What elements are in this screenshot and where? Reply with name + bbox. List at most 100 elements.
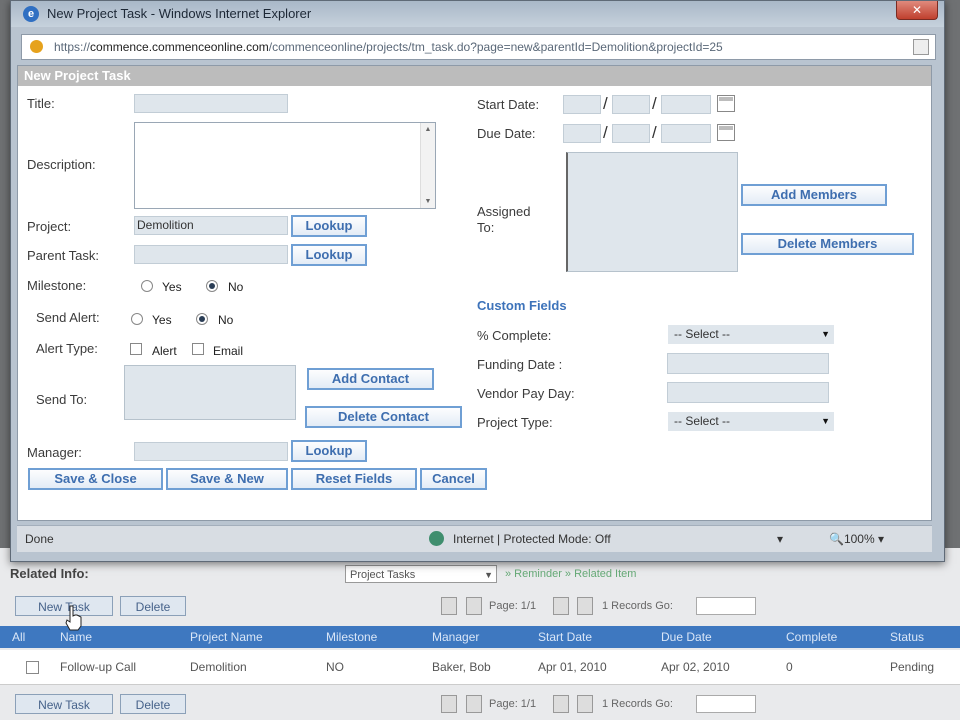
alert-type-alert-checkbox[interactable] <box>130 343 142 355</box>
related-info-select[interactable]: Project Tasks ▼ <box>345 565 497 583</box>
next-page-button[interactable] <box>553 597 569 615</box>
url-text[interactable]: https://commence.commenceonline.com/comm… <box>54 40 723 54</box>
due-date-day-input[interactable] <box>612 124 650 143</box>
start-date-day-input[interactable] <box>612 95 650 114</box>
save-new-button[interactable]: Save & New <box>166 468 288 490</box>
percent-complete-label: % Complete: <box>477 328 552 343</box>
date-separator: / <box>652 123 657 142</box>
due-date-label: Due Date: <box>477 126 536 141</box>
description-textarea[interactable]: ▲ ▼ <box>134 122 436 209</box>
add-members-button[interactable]: Add Members <box>741 184 887 206</box>
funding-date-label: Funding Date : <box>477 357 563 372</box>
status-bar: Done Internet | Protected Mode: Off ▾ 🔍1… <box>17 525 932 552</box>
cell-milestone: NO <box>326 660 344 674</box>
address-bar[interactable]: https://commence.commenceonline.com/comm… <box>21 34 936 60</box>
assigned-to-listbox[interactable] <box>566 152 738 272</box>
due-date-calendar-icon[interactable] <box>717 124 735 141</box>
assigned-to-label-line1: Assigned <box>477 204 531 219</box>
column-complete[interactable]: Complete <box>786 630 837 644</box>
parent-task-lookup-button[interactable]: Lookup <box>291 244 367 266</box>
send-alert-no-radio[interactable] <box>196 313 208 325</box>
delete-contact-button[interactable]: Delete Contact <box>305 406 462 428</box>
status-dropdown-icon[interactable]: ▾ <box>777 532 783 546</box>
cell-name[interactable]: Follow-up Call <box>60 660 136 674</box>
dialog-title: New Project Task <box>18 66 931 86</box>
first-page-button[interactable] <box>441 597 457 615</box>
column-due-date[interactable]: Due Date <box>661 630 712 644</box>
prev-page-button-bottom[interactable] <box>466 695 482 713</box>
column-status[interactable]: Status <box>890 630 924 644</box>
delete-button[interactable]: Delete <box>120 596 186 616</box>
vendor-pay-day-input[interactable] <box>667 382 829 403</box>
table-row[interactable]: Follow-up Call Demolition NO Baker, Bob … <box>0 650 960 685</box>
cell-project-name: Demolition <box>190 660 247 674</box>
window-close-button[interactable]: ✕ <box>896 1 938 20</box>
last-page-button-bottom[interactable] <box>577 695 593 713</box>
due-date-month-input[interactable] <box>563 124 601 143</box>
milestone-yes-label: Yes <box>162 280 182 294</box>
column-start-date[interactable]: Start Date <box>538 630 592 644</box>
delete-button-bottom[interactable]: Delete <box>120 694 186 714</box>
send-alert-yes-label: Yes <box>152 313 172 327</box>
last-page-button[interactable] <box>577 597 593 615</box>
pager-text: Page: 1/1 <box>489 600 537 612</box>
cell-status: Pending <box>890 660 935 674</box>
zoom-control[interactable]: 🔍100% ▾ <box>829 532 884 546</box>
select-all-checkbox-label[interactable]: All <box>12 630 25 644</box>
records-text-bottom: 1 Records Go: <box>602 698 673 710</box>
save-close-button[interactable]: Save & Close <box>28 468 163 490</box>
alert-type-email-checkbox[interactable] <box>192 343 204 355</box>
project-lookup-button[interactable]: Lookup <box>291 215 367 237</box>
column-name[interactable]: Name <box>60 630 92 644</box>
manager-label: Manager: <box>27 445 82 460</box>
textarea-scrollbar[interactable]: ▲ ▼ <box>420 123 435 208</box>
row-checkbox[interactable] <box>26 661 39 674</box>
cell-complete: 0 <box>786 660 793 674</box>
project-type-label: Project Type: <box>477 415 553 430</box>
cancel-button[interactable]: Cancel <box>420 468 487 490</box>
due-date-year-input[interactable] <box>661 124 711 143</box>
start-date-year-input[interactable] <box>661 95 711 114</box>
related-links[interactable]: » Reminder » Related Item <box>505 568 636 580</box>
new-task-button-bottom[interactable]: New Task <box>15 694 113 714</box>
prev-page-button[interactable] <box>466 597 482 615</box>
manager-input[interactable] <box>134 442 288 461</box>
column-milestone[interactable]: Milestone <box>326 630 377 644</box>
table-header: All Name Project Name Milestone Manager … <box>0 626 960 648</box>
parent-task-input[interactable] <box>134 245 288 264</box>
ie-logo-icon: e <box>23 6 39 22</box>
pager-text-bottom: Page: 1/1 <box>489 698 537 710</box>
milestone-no-label: No <box>228 280 244 294</box>
go-page-input[interactable] <box>696 597 756 615</box>
title-input[interactable] <box>134 94 288 113</box>
go-page-input-bottom[interactable] <box>696 695 756 713</box>
cell-due-date: Apr 02, 2010 <box>661 660 730 674</box>
milestone-no-radio[interactable] <box>206 280 218 292</box>
delete-members-button[interactable]: Delete Members <box>741 233 914 255</box>
related-info-label: Related Info: <box>10 566 89 581</box>
percent-complete-select[interactable]: -- Select -- ▼ <box>668 325 834 344</box>
column-manager[interactable]: Manager <box>432 630 479 644</box>
send-to-listbox[interactable] <box>124 365 296 420</box>
start-date-calendar-icon[interactable] <box>717 95 735 112</box>
project-input[interactable]: Demolition <box>134 216 288 235</box>
start-date-month-input[interactable] <box>563 95 601 114</box>
column-project-name[interactable]: Project Name <box>190 630 263 644</box>
project-type-select[interactable]: -- Select -- ▼ <box>668 412 834 431</box>
start-date-label: Start Date: <box>477 97 540 112</box>
compatibility-icon[interactable] <box>913 39 929 55</box>
first-page-button-bottom[interactable] <box>441 695 457 713</box>
lock-icon <box>30 40 43 53</box>
security-zone-text[interactable]: Internet | Protected Mode: Off <box>453 532 611 546</box>
page-content: New Project Task Title: Description: ▲ ▼ … <box>17 65 932 521</box>
date-separator: / <box>603 123 608 142</box>
next-page-button-bottom[interactable] <box>553 695 569 713</box>
add-contact-button[interactable]: Add Contact <box>307 368 434 390</box>
milestone-yes-radio[interactable] <box>141 280 153 292</box>
window-titlebar[interactable]: e New Project Task - Windows Internet Ex… <box>11 1 944 27</box>
funding-date-input[interactable] <box>667 353 829 374</box>
records-text: 1 Records Go: <box>602 600 673 612</box>
reset-fields-button[interactable]: Reset Fields <box>291 468 417 490</box>
manager-lookup-button[interactable]: Lookup <box>291 440 367 462</box>
send-alert-yes-radio[interactable] <box>131 313 143 325</box>
